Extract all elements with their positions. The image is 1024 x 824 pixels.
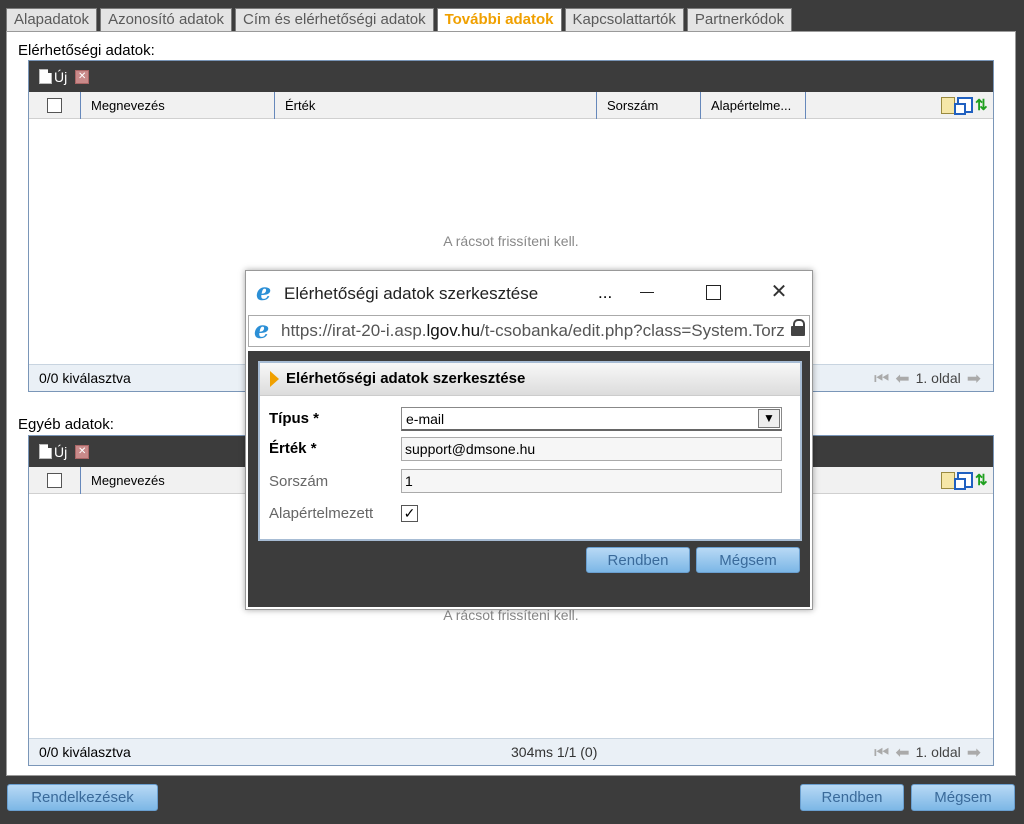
more-options-button[interactable]: ... [598,283,612,303]
other-new-label: Új [54,443,68,460]
default-label: Alapértelmezett [269,505,374,522]
contact-section-label: Elérhetőségi adatok: [18,42,155,59]
grid-timing-info: 304ms 1/1 (0) [511,744,598,760]
tab-kapcsolattartok[interactable]: Kapcsolattartók [564,8,684,31]
other-pager: ⏮ ⬅ 1. oldal ➡ [874,739,981,766]
select-all-checkbox[interactable] [47,98,62,113]
window-icon[interactable] [954,472,973,490]
popup-ok-button[interactable]: Rendben [586,547,690,573]
delete-icon[interactable]: ✕ [75,69,90,84]
tab-partnerkodok[interactable]: Partnerkódok [686,8,793,31]
order-input[interactable]: 1 [401,469,782,493]
close-icon[interactable]: ✕ [764,277,794,307]
select-all-checkbox[interactable] [47,473,62,488]
tab-cim-es-elerhetosegi-adatok[interactable]: Cím és elérhetőségi adatok [234,8,434,31]
export-sheet-icon[interactable] [941,472,955,489]
type-select-value: e-mail [406,411,445,427]
contact-edit-form: Elérhetőségi adatok szerkesztése Típus *… [258,361,802,541]
tab-alapadatok[interactable]: Alapadatok [6,8,98,31]
tab-tovabbi-adatok[interactable]: További adatok [436,8,562,31]
tab-azonosito-adatok[interactable]: Azonosító adatok [100,8,232,31]
contact-pager: ⏮ ⬅ 1. oldal ➡ [874,365,981,392]
tab-bar: Alapadatok Azonosító adatok Cím és elérh… [6,8,795,31]
chevron-down-icon[interactable]: ▼ [758,409,780,428]
order-label: Sorszám [269,473,329,490]
cancel-button[interactable]: Mégsem [911,784,1015,811]
delete-icon[interactable]: ✕ [75,444,90,459]
other-new-button[interactable]: Új [39,444,67,460]
prev-page-icon[interactable]: ⬅ [895,739,909,766]
popup-url: https://irat-20-i.asp.lgov.hu/t-csobanka… [281,321,785,340]
contact-new-label: Új [54,68,68,85]
new-document-icon [39,444,52,459]
other-selected-count: 0/0 kiválasztva [39,744,131,760]
lock-icon [791,319,805,338]
ok-button[interactable]: Rendben [800,784,904,811]
contact-page-label: 1. oldal [915,370,961,386]
column-header-alapertelmezett[interactable]: Alapértelme... [700,92,806,119]
popup-address-bar[interactable]: e https://irat-20-i.asp.lgov.hu/t-csoban… [248,315,810,347]
contact-grid-empty-message: A rácsot frissíteni kell. [443,233,579,249]
contact-new-button[interactable]: Új [39,69,67,85]
first-page-icon[interactable]: ⏮ [874,739,889,766]
refresh-icon[interactable]: ⇅ [975,472,991,489]
form-panel-title: Elérhetőségi adatok szerkesztése [260,363,800,396]
other-grid-footer: 0/0 kiválasztva 304ms 1/1 (0) ⏮ ⬅ 1. old… [29,738,993,765]
next-page-icon[interactable]: ➡ [967,739,981,766]
edit-contact-popup-window: e Elérhetőségi adatok szerkesztése ... ✕… [245,270,813,610]
contact-grid-header: Megnevezés Érték Sorszám Alapértelme... … [29,92,993,119]
value-input[interactable]: support@dmsone.hu [401,437,782,461]
popup-window-title: Elérhetőségi adatok szerkesztése [284,284,539,303]
other-section-label: Egyéb adatok: [18,416,114,433]
other-page-label: 1. oldal [915,744,961,760]
next-page-icon[interactable]: ➡ [967,365,981,392]
minimize-icon[interactable] [632,277,662,307]
column-header-sorszam[interactable]: Sorszám [596,92,700,119]
contact-grid-toolbar: Új ✕ [29,61,993,92]
grid-header-icons: ⇅ [941,472,991,490]
export-sheet-icon[interactable] [941,97,955,114]
type-select[interactable]: e-mail ▼ [401,407,782,431]
prev-page-icon[interactable]: ⬅ [895,365,909,392]
internet-explorer-icon: e [254,315,270,344]
value-label: Érték * [269,440,317,457]
default-checkbox[interactable]: ✓ [401,505,418,522]
refresh-icon[interactable]: ⇅ [975,97,991,114]
internet-explorer-icon: e [256,277,272,306]
popup-title-bar: e Elérhetőségi adatok szerkesztése ... ✕ [246,271,812,315]
popup-cancel-button[interactable]: Mégsem [696,547,800,573]
popup-body: Elérhetőségi adatok szerkesztése Típus *… [248,351,810,607]
column-header-ertek[interactable]: Érték [274,92,596,119]
rendelkezesek-button[interactable]: Rendelkezések [7,784,158,811]
first-page-icon[interactable]: ⏮ [874,365,889,392]
column-header-megnevezes[interactable]: Megnevezés [80,92,274,119]
new-document-icon [39,69,52,84]
maximize-icon[interactable] [698,277,728,307]
grid-header-icons: ⇅ [941,97,991,115]
type-label: Típus * [269,410,320,427]
contact-selected-count: 0/0 kiválasztva [39,370,131,386]
window-icon[interactable] [954,97,973,115]
